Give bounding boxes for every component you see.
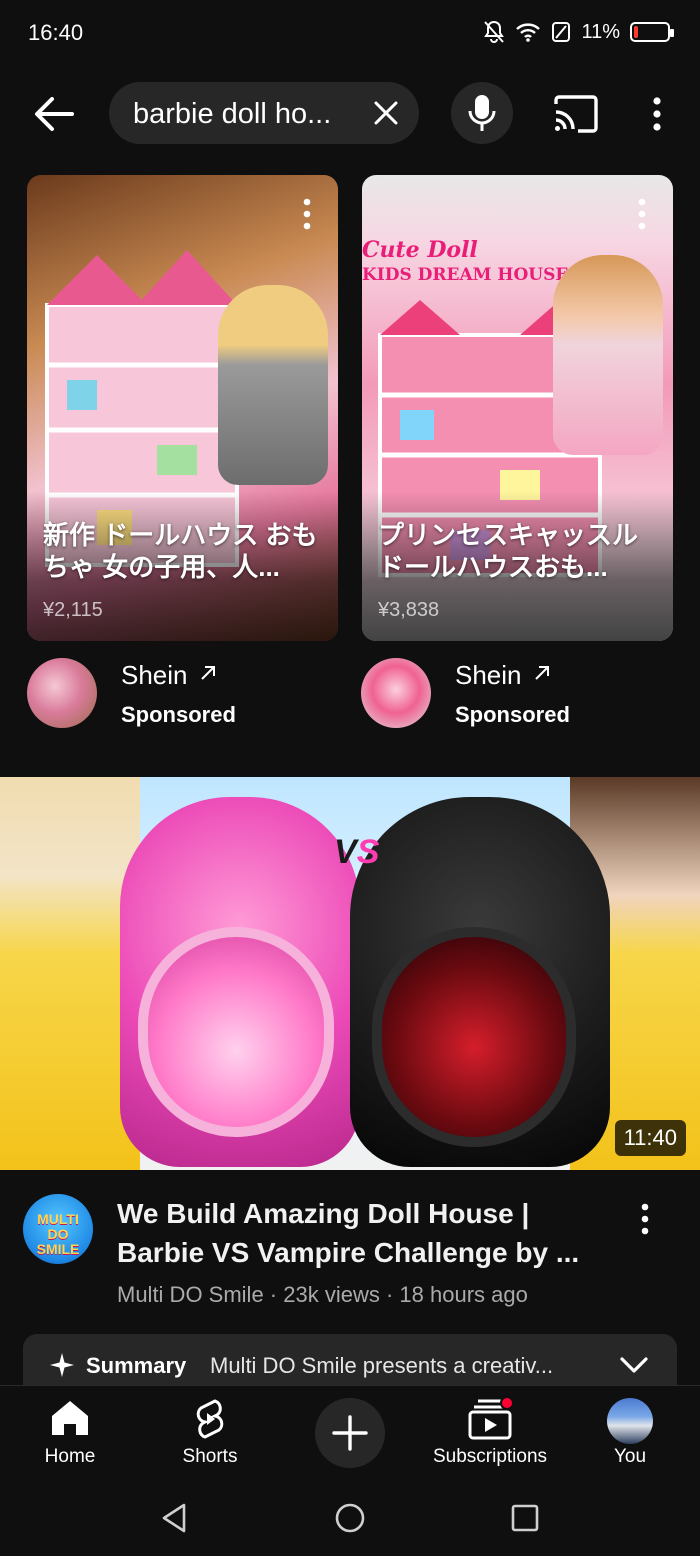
ad-title: プリンセスキャッスルドールハウスおも... xyxy=(378,520,639,582)
advertiser-avatar xyxy=(361,658,431,728)
channel-avatar[interactable]: MULTI DO SMILE xyxy=(23,1194,93,1264)
channel-name: Multi DO Smile xyxy=(117,1282,264,1307)
battery-icon xyxy=(630,22,674,42)
cast-icon[interactable] xyxy=(552,94,600,134)
battery-percent: 11% xyxy=(581,20,620,43)
nav-home[interactable]: Home xyxy=(0,1398,140,1478)
status-bar: 16:40 11% xyxy=(0,0,700,70)
search-top-bar: barbie doll ho... xyxy=(0,80,700,146)
child-image xyxy=(553,255,663,455)
user-avatar xyxy=(607,1398,653,1444)
child-image xyxy=(218,285,328,485)
ad-card[interactable]: Cute Doll KIDS DREAM HOUSE プリンセスキャッスルドール… xyxy=(362,175,673,641)
plus-icon xyxy=(332,1415,368,1451)
versus-label: VS xyxy=(334,833,380,871)
summary-text: Multi DO Smile presents a creativ... xyxy=(210,1353,554,1378)
system-recents-icon[interactable] xyxy=(511,1504,539,1532)
home-icon xyxy=(52,1401,88,1435)
data-saver-icon xyxy=(552,22,571,42)
view-count: 23k views xyxy=(283,1282,380,1307)
advertiser-name: Shein xyxy=(121,660,188,690)
chevron-down-icon[interactable] xyxy=(619,1354,649,1376)
ad-banner-title: Cute Doll xyxy=(362,237,478,263)
external-link-icon xyxy=(535,666,549,680)
shorts-icon xyxy=(196,1399,224,1439)
nav-shorts-label: Shorts xyxy=(182,1446,238,1467)
red-bedroom-image xyxy=(372,927,576,1147)
nav-subscriptions-label: Subscriptions xyxy=(432,1446,548,1467)
wifi-icon xyxy=(516,23,541,42)
advertiser-avatar xyxy=(27,658,97,728)
ad-price: ¥3,838 xyxy=(378,599,440,621)
advertiser-name: Shein xyxy=(455,660,522,690)
system-home-icon[interactable] xyxy=(334,1502,366,1534)
status-icons: 11% xyxy=(483,20,674,44)
video-more-icon[interactable] xyxy=(640,1202,650,1236)
voice-search-button[interactable] xyxy=(451,82,513,144)
ad-price: ¥2,115 xyxy=(43,599,103,621)
close-icon[interactable] xyxy=(371,98,401,128)
sparkle-icon xyxy=(50,1353,74,1377)
channel-logo: MULTI DO SMILE xyxy=(36,1211,80,1257)
more-options-icon[interactable] xyxy=(650,96,664,132)
external-link-icon xyxy=(201,666,215,680)
sponsored-label: Sponsored xyxy=(121,702,236,727)
ad-advertiser-row[interactable]: Shein Sponsored xyxy=(361,658,672,730)
video-thumbnail[interactable]: VS 11:40 xyxy=(0,777,700,1170)
ad-card[interactable]: 新作 ドールハウス おもちゃ 女の子用、人... ¥2,115 xyxy=(27,175,338,641)
ad-advertiser-row[interactable]: Shein Sponsored xyxy=(27,658,338,730)
search-input[interactable]: barbie doll ho... xyxy=(109,82,419,144)
nav-home-label: Home xyxy=(44,1446,96,1467)
bottom-navigation: Home Shorts Subscriptions You xyxy=(0,1385,700,1480)
back-arrow-icon[interactable] xyxy=(30,94,78,134)
upload-age: 18 hours ago xyxy=(399,1282,528,1307)
create-button[interactable] xyxy=(315,1398,385,1468)
nav-subscriptions[interactable]: Subscriptions xyxy=(420,1396,560,1478)
battery-fill xyxy=(634,26,638,38)
search-query-text: barbie doll ho... xyxy=(133,98,332,130)
nav-shorts[interactable]: Shorts xyxy=(140,1398,280,1478)
card-more-icon[interactable] xyxy=(637,197,647,231)
microphone-icon xyxy=(468,95,496,131)
video-subtitle: Multi DO Smile · 23k views · 18 hours ag… xyxy=(117,1282,528,1307)
card-more-icon[interactable] xyxy=(302,197,312,231)
ad-banner-subtitle: KIDS DREAM HOUSE xyxy=(362,265,569,285)
video-title[interactable]: We Build Amazing Doll House | Barbie VS … xyxy=(117,1194,607,1272)
new-content-badge xyxy=(500,1396,514,1410)
video-meta: MULTI DO SMILE We Build Amazing Doll Hou… xyxy=(0,1190,700,1320)
ad-title: 新作 ドールハウス おもちゃ 女の子用、人... xyxy=(43,520,318,582)
nav-you[interactable]: You xyxy=(560,1398,700,1478)
video-duration-badge: 11:40 xyxy=(614,1120,686,1156)
status-time: 16:40 xyxy=(28,20,84,45)
system-navigation-bar xyxy=(0,1480,700,1556)
summary-label: Summary xyxy=(86,1353,187,1378)
system-back-icon[interactable] xyxy=(160,1502,188,1534)
pink-bedroom-image xyxy=(138,927,334,1137)
sponsored-label: Sponsored xyxy=(455,702,570,727)
notifications-off-icon xyxy=(484,20,505,43)
blonde-girl-image xyxy=(0,777,140,1170)
nav-you-label: You xyxy=(613,1446,647,1467)
